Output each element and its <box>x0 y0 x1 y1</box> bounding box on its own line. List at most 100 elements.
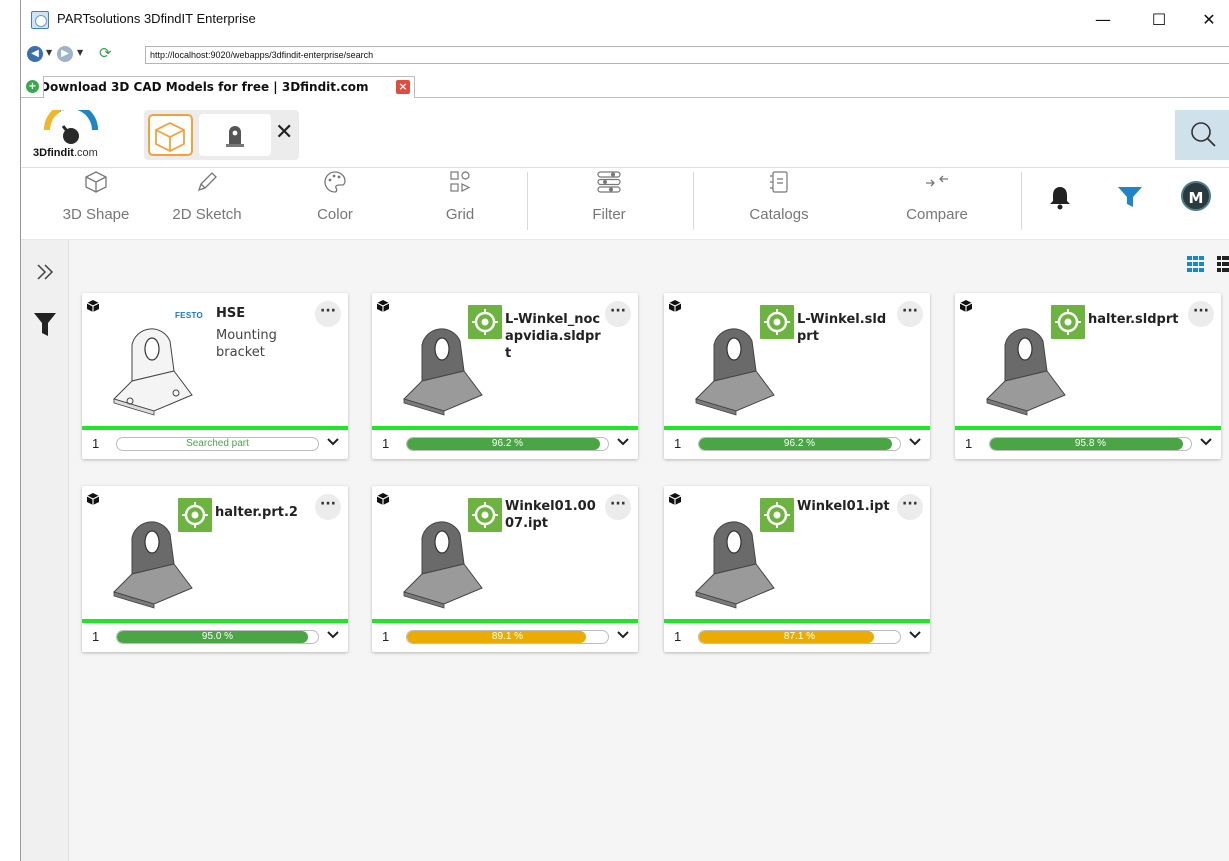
toolbar-compare[interactable]: Compare <box>887 168 987 238</box>
similarity-value: 95.0 % <box>201 631 234 642</box>
quantity-value: 1 <box>382 436 390 451</box>
part-name[interactable]: L-Winkel.sldprt <box>797 311 893 345</box>
app-window: PARTsolutions 3DfindIT Enterprise — ☐ ✕ … <box>20 0 1229 861</box>
filter-funnel-icon[interactable] <box>32 310 58 340</box>
part-thumbnail[interactable] <box>94 311 214 423</box>
chevron-down-icon[interactable] <box>326 629 340 641</box>
chevron-down-icon[interactable] <box>908 629 922 641</box>
match-indicator-line <box>955 426 1221 430</box>
more-options-button[interactable]: ··· <box>1188 301 1214 327</box>
similarity-value: 95.8 % <box>1074 438 1107 449</box>
logo-text: 3Dfindit.com <box>33 147 98 159</box>
close-window-button[interactable]: ✕ <box>1189 6 1229 34</box>
result-card[interactable]: FESTO HSE Mounting bracket ··· 1 Searched par… <box>82 293 348 459</box>
match-indicator-line <box>82 619 348 623</box>
app-header: 3Dfindit.com ✕ <box>21 98 1229 168</box>
app-icon <box>31 11 49 29</box>
result-card[interactable]: halter.prt.2 ··· 1 95.0 % <box>82 486 348 652</box>
3d-shape-thumbnail[interactable] <box>148 114 193 156</box>
part-name[interactable]: halter.sldprt <box>1088 311 1186 328</box>
palette-icon <box>324 171 346 193</box>
result-card[interactable]: halter.sldprt ··· 1 95.8 % <box>955 293 1221 459</box>
toolbar: 3D Shape 2D Sketch Color Grid Filter Cat… <box>21 168 1229 240</box>
more-options-button[interactable]: ··· <box>897 494 923 520</box>
more-options-button[interactable]: ··· <box>605 301 631 327</box>
quantity-value: 1 <box>92 436 100 451</box>
user-avatar[interactable]: M <box>1181 181 1211 211</box>
chevron-down-icon[interactable] <box>326 436 340 448</box>
cad-source-badge <box>468 305 502 339</box>
similarity-bar: 95.8 % <box>989 437 1192 451</box>
chevron-down-icon[interactable] <box>908 436 922 448</box>
more-options-button[interactable]: ··· <box>315 494 341 520</box>
similarity-value: 89.1 % <box>491 631 524 642</box>
more-options-button[interactable]: ··· <box>605 494 631 520</box>
results-area: FESTO HSE Mounting bracket ··· 1 Searched par… <box>69 240 1229 861</box>
3dfindit-logo[interactable]: 3Dfindit.com <box>33 110 113 160</box>
maximize-button[interactable]: ☐ <box>1139 6 1179 34</box>
similarity-value: 96.2 % <box>491 438 524 449</box>
expand-chevrons-icon[interactable] <box>33 260 57 284</box>
cad-source-badge <box>760 305 794 339</box>
bell-icon[interactable] <box>1045 182 1075 212</box>
part-name[interactable]: HSE <box>216 305 296 322</box>
minimize-button[interactable]: — <box>1083 6 1123 34</box>
back-button[interactable]: ◀ <box>27 46 43 62</box>
quantity-value: 1 <box>92 629 100 644</box>
toolbar-grid[interactable]: Grid <box>421 168 499 238</box>
chevron-down-icon[interactable] <box>616 436 630 448</box>
toolbar-filter[interactable]: Filter <box>569 168 649 238</box>
toolbar-divider <box>693 172 694 230</box>
part-name[interactable]: L-Winkel_nocapvidia.sldprt <box>505 311 601 362</box>
toolbar-catalogs[interactable]: Catalogs <box>729 168 829 238</box>
match-indicator-line <box>664 426 930 430</box>
toolbar-3d-shape[interactable]: 3D Shape <box>51 168 141 238</box>
sketch-thumbnail[interactable] <box>199 114 271 156</box>
sliders-icon <box>597 171 621 193</box>
part-name[interactable]: Winkel01.ipt <box>797 498 895 515</box>
cad-source-badge <box>468 498 502 532</box>
quantity-value: 1 <box>965 436 973 451</box>
title-bar: PARTsolutions 3DfindIT Enterprise — ☐ ✕ <box>21 0 1229 40</box>
tab-title: Download 3D CAD Models for free | 3Dfind… <box>43 80 369 94</box>
chevron-down-icon[interactable] <box>1199 436 1213 448</box>
result-card[interactable]: L-Winkel.sldprt ··· 1 96.2 % <box>664 293 930 459</box>
toolbar-color[interactable]: Color <box>295 168 375 238</box>
part-name[interactable]: halter.prt.2 <box>215 504 311 521</box>
list-view-icon[interactable] <box>1217 256 1229 272</box>
result-card[interactable]: L-Winkel_nocapvidia.sldprt ··· 1 96.2 % <box>372 293 638 459</box>
search-button[interactable] <box>1175 110 1229 160</box>
cube-outline-icon <box>155 121 185 153</box>
forward-button[interactable]: ▶ <box>57 46 73 62</box>
target-icon <box>182 502 208 528</box>
similarity-bar: 96.2 % <box>698 437 901 451</box>
result-card[interactable]: Winkel01.00 07.ipt ··· 1 89.1 % <box>372 486 638 652</box>
window-title: PARTsolutions 3DfindIT Enterprise <box>57 11 256 26</box>
chevron-down-icon[interactable] <box>616 629 630 641</box>
clear-search-button[interactable]: ✕ <box>275 120 293 145</box>
part-name[interactable]: Winkel01.00 07.ipt <box>505 498 601 532</box>
filter-funnel-icon[interactable] <box>1115 182 1145 212</box>
url-input[interactable]: http://localhost:9020/webapps/3dfindit-e… <box>145 46 1229 64</box>
more-options-button[interactable]: ··· <box>897 301 923 327</box>
catalog-icon <box>770 171 788 193</box>
toolbar-2d-sketch[interactable]: 2D Sketch <box>157 168 257 238</box>
left-sidebar <box>21 240 69 861</box>
new-tab-button[interactable]: + <box>26 80 39 93</box>
similarity-value: Searched part <box>186 438 249 449</box>
browser-tab[interactable]: Download 3D CAD Models for free | 3Dfind… <box>43 76 415 98</box>
grid-view-icon[interactable] <box>1187 256 1205 272</box>
tab-close-button[interactable]: × <box>396 80 410 94</box>
pencil-icon <box>197 172 217 192</box>
forward-dropdown-icon[interactable]: ▼ <box>77 48 83 57</box>
match-indicator-line <box>82 426 348 430</box>
back-dropdown-icon[interactable]: ▼ <box>46 48 52 57</box>
compare-icon <box>926 175 948 187</box>
target-icon <box>472 309 498 335</box>
refresh-icon[interactable]: ⟳ <box>99 44 112 62</box>
target-icon <box>764 309 790 335</box>
similarity-bar: 95.0 % <box>116 630 319 644</box>
similarity-bar: 89.1 % <box>406 630 609 644</box>
more-options-button[interactable]: ··· <box>315 301 341 327</box>
result-card[interactable]: Winkel01.ipt ··· 1 87.1 % <box>664 486 930 652</box>
